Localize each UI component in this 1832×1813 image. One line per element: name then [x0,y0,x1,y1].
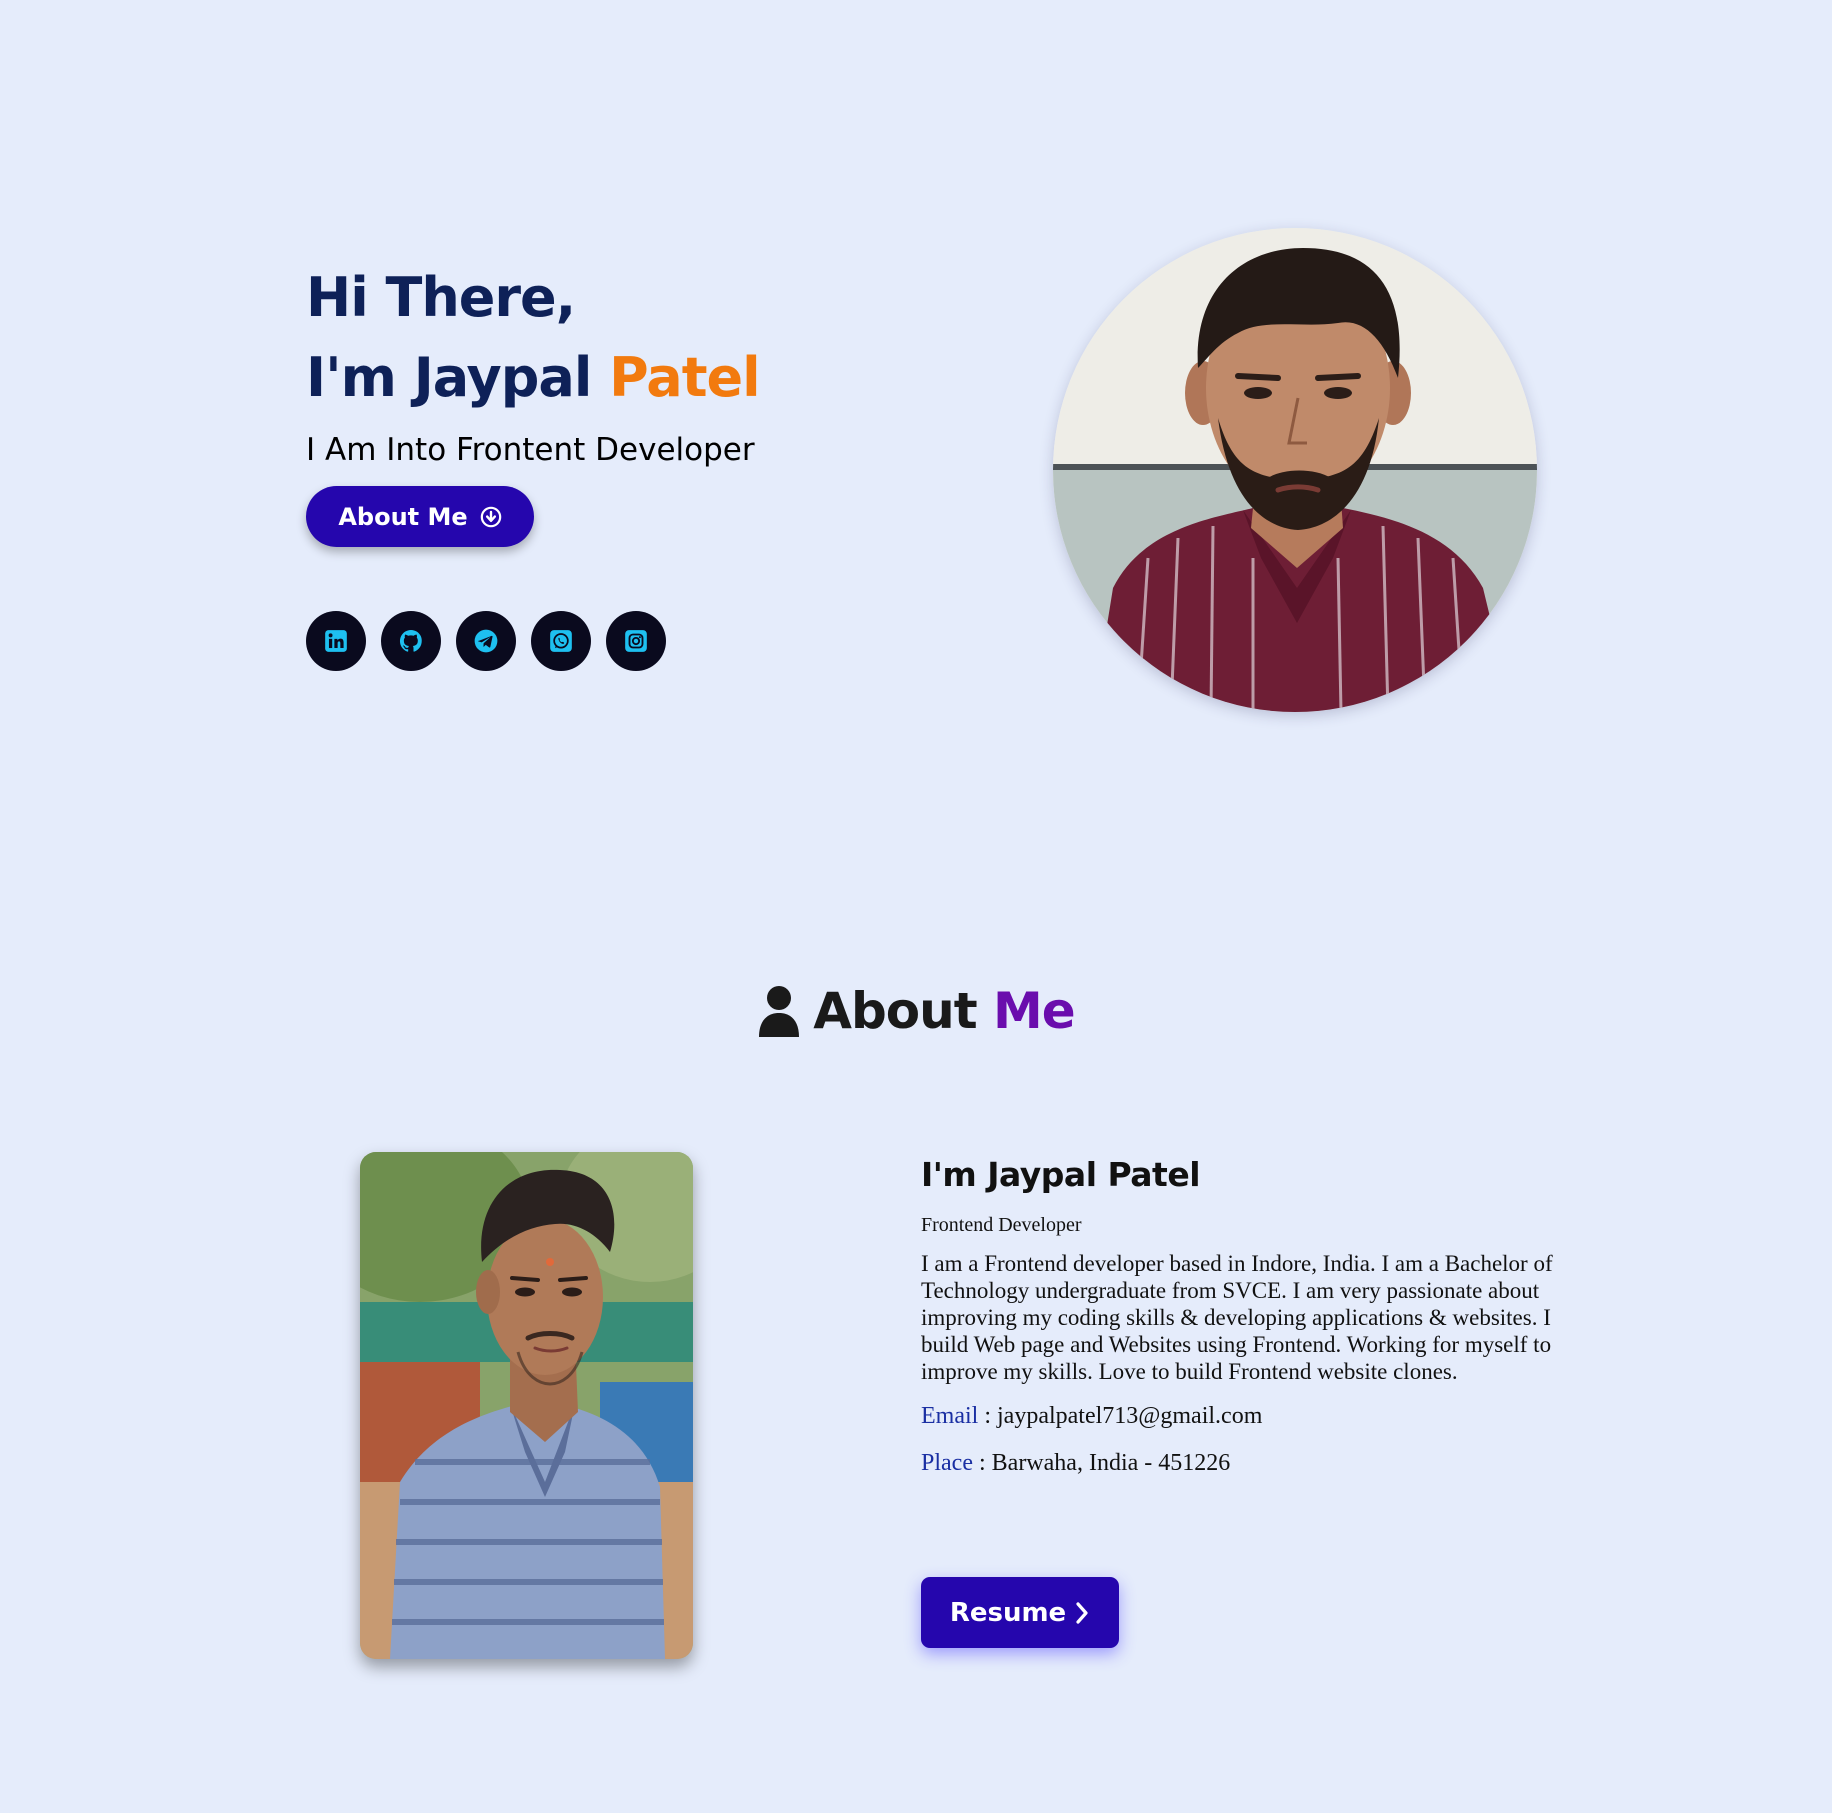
about-info: I'm Jaypal Patel Frontend Developer I am… [921,1150,1561,1479]
social-links [306,611,666,671]
github-icon [398,628,424,654]
social-instagram[interactable] [606,611,666,671]
social-whatsapp[interactable] [531,611,591,671]
user-icon [757,985,801,1037]
about-title-prefix: About [813,982,994,1040]
place-line: Place : Barwaha, India - 451226 [921,1450,1231,1476]
email-value: jaypalpatel713@gmail.com [997,1403,1263,1429]
resume-button-label: Resume [949,1597,1067,1628]
email-label: Email [921,1403,979,1429]
about-heading: About Me [0,976,1832,1046]
about-title: About Me [813,976,1076,1046]
hero-name: I'm Jaypal [306,346,610,409]
hero-subtitle: I Am Into Frontent Developer [306,432,755,468]
whatsapp-icon [548,628,574,654]
social-telegram[interactable] [456,611,516,671]
hero-name-line: I'm Jaypal Patel [306,338,866,418]
chevron-right-icon [1074,1601,1090,1625]
about-name: I'm Jaypal Patel [921,1155,1201,1194]
social-github[interactable] [381,611,441,671]
linkedin-icon [323,628,349,654]
portrait-photo [360,1152,693,1659]
hero-heading: Hi There, I'm Jaypal Patel [306,258,866,418]
about-me-button-label: About Me [338,502,468,531]
profile-photo [1053,228,1537,712]
place-label: Place [921,1450,973,1476]
resume-button[interactable]: Resume [921,1577,1119,1648]
about-me-button[interactable]: About Me [306,486,534,547]
arrow-down-circle-icon [480,506,502,528]
about-title-accent: Me [993,982,1076,1040]
social-linkedin[interactable] [306,611,366,671]
instagram-icon [623,628,649,654]
hero-greeting: Hi There, [306,266,576,329]
email-line: Email : jaypalpatel713@gmail.com [921,1403,1263,1429]
place-value: Barwaha, India - 451226 [991,1450,1231,1476]
about-bio: I am a Frontend developer based in Indor… [921,1251,1553,1384]
about-role: Frontend Developer [921,1214,1082,1236]
telegram-icon [473,628,499,654]
hero-surname: Patel [609,346,761,409]
